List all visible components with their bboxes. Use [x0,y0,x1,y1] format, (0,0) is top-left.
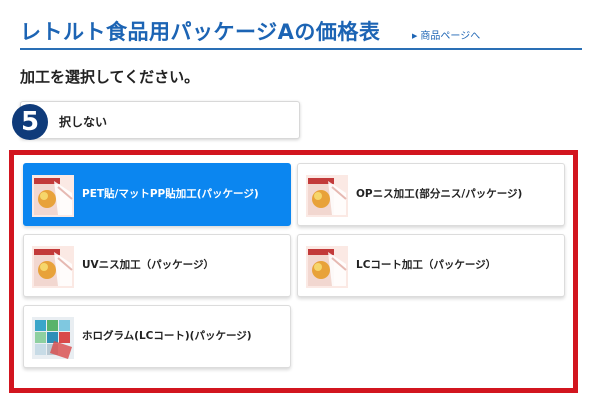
pouch-thumbnail-icon [306,246,348,288]
product-page-link-label: 商品ページへ [420,31,481,42]
option-label: OPニス加工(部分ニス/パッケージ) [356,188,523,200]
product-page-link[interactable]: ▶ 商品ページへ [412,27,480,42]
option-label: ホログラム(LCコート)(パッケージ) [82,330,252,342]
option-label: UVニス加工（パッケージ） [82,259,214,271]
select-processing-prompt: 加工を選択してください。 [20,68,200,86]
option-hologram[interactable]: ホログラム(LCコート)(パッケージ) [23,305,291,368]
step-number-badge: 5 [12,104,48,140]
option-label: LCコート加工（パッケージ） [356,259,497,271]
option-label: PET貼/マットPP貼加工(パッケージ) [82,188,259,200]
no-processing-label: 択しない [59,115,108,129]
option-lc-coat[interactable]: LCコート加工（パッケージ） [297,234,565,297]
pouch-thumbnail-icon [32,175,74,217]
option-uv-varnish[interactable]: UVニス加工（パッケージ） [23,234,291,297]
page-title: レトルト食品用パッケージAの価格表 [20,20,381,44]
page-header: レトルト食品用パッケージAの価格表 ▶ 商品ページへ [20,14,582,50]
pouch-thumbnail-icon [306,175,348,217]
option-op-varnish[interactable]: OPニス加工(部分ニス/パッケージ) [297,163,565,226]
no-processing-button[interactable]: 択しない [20,101,300,139]
pouch-thumbnail-icon [32,246,74,288]
hologram-thumbnail-icon [32,317,74,359]
option-pet-matte-pp[interactable]: PET貼/マットPP貼加工(パッケージ) [23,163,291,226]
triangle-right-icon: ▶ [412,32,418,40]
